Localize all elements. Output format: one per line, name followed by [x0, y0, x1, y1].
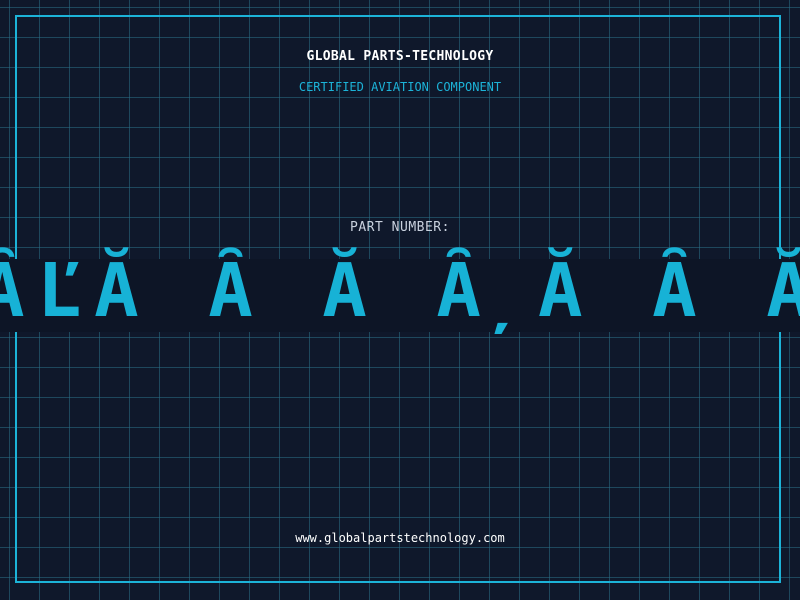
website-url: www.globalpartstechnology.com: [295, 531, 505, 545]
part-number-value: ȂĽĂ Ȃ Ă Ȃ̦Ă Ȃ Ă ȂźĂ: [0, 248, 800, 334]
brand-title: GLOBAL PARTS-TECHNOLOGY: [306, 49, 494, 64]
certificate-screen: GLOBAL PARTS-TECHNOLOGY CERTIFIED AVIATI…: [0, 0, 800, 600]
brand-subtitle: CERTIFIED AVIATION COMPONENT: [298, 80, 502, 94]
part-number-label: PART NUMBER:: [350, 220, 450, 235]
